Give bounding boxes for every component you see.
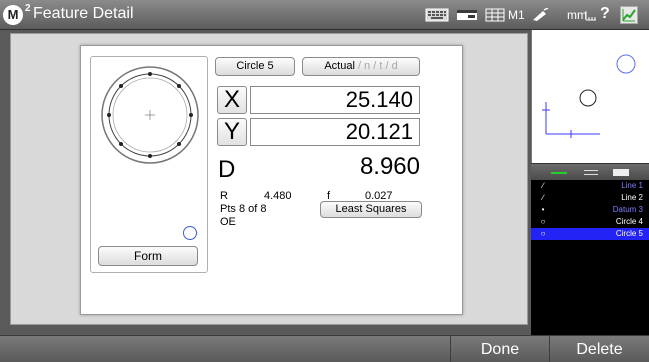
feature-list-item[interactable]: ○ Circle 5 bbox=[531, 228, 649, 240]
probe-icon[interactable] bbox=[531, 8, 549, 22]
units-label[interactable]: mm bbox=[567, 8, 587, 22]
diameter-label: D bbox=[218, 156, 236, 183]
display-mode-options: / n / t / d bbox=[354, 60, 398, 72]
feature-list-item-label: Datum 3 bbox=[612, 205, 643, 214]
circle-feature-graphic bbox=[101, 66, 199, 164]
feature-list-item[interactable]: • Datum 3 bbox=[531, 204, 649, 216]
feature-list-item[interactable]: ∕ Line 2 bbox=[531, 192, 649, 204]
display-icon[interactable] bbox=[456, 8, 478, 22]
fit-method-button[interactable]: Least Squares bbox=[320, 201, 422, 218]
display-mode-label: Actual bbox=[324, 60, 355, 72]
feature-list: ∕ Line 1 ∕ Line 2 • Datum 3 ○ Circle 4 ○ Circle 5 bbox=[531, 180, 649, 335]
y-value-field[interactable]: 20.121 bbox=[250, 118, 420, 146]
tab-active-indicator[interactable] bbox=[551, 172, 567, 174]
feature-list-item[interactable]: ○ Circle 4 bbox=[531, 216, 649, 228]
tab-detail-view-icon[interactable] bbox=[613, 169, 629, 176]
x-axis-button[interactable]: X bbox=[217, 86, 247, 114]
feature-list-rows: ∕ Line 1 ∕ Line 2 • Datum 3 ○ Circle 4 ○ Circle 5 bbox=[531, 180, 649, 240]
app-logo-superscript: 2 bbox=[25, 3, 31, 14]
form-button[interactable]: Form bbox=[98, 246, 198, 266]
graph-icon[interactable] bbox=[620, 6, 638, 24]
app-logo-letter: M bbox=[7, 7, 19, 22]
circle-icon: ○ bbox=[540, 229, 546, 238]
x-value-field[interactable]: 25.140 bbox=[250, 86, 420, 114]
help-icon[interactable]: ? bbox=[600, 5, 610, 23]
keyboard-icon[interactable] bbox=[425, 8, 449, 22]
line-icon: ∕ bbox=[542, 193, 544, 202]
line-icon: ∕ bbox=[542, 181, 544, 190]
delete-button[interactable]: Delete bbox=[550, 335, 649, 362]
feature-list-item-label: Circle 5 bbox=[615, 229, 643, 238]
tab-list-view-icon[interactable] bbox=[584, 170, 598, 175]
display-mode-button[interactable]: Actual / n / t / d bbox=[302, 57, 420, 76]
oe-label: OE bbox=[220, 216, 236, 228]
y-axis-button[interactable]: Y bbox=[217, 118, 247, 146]
ruler-icon[interactable] bbox=[585, 8, 597, 22]
feature-name-button[interactable]: Circle 5 bbox=[215, 57, 295, 76]
feature-list-item-label: Line 1 bbox=[621, 181, 643, 190]
feature-list-item-label: Line 2 bbox=[621, 193, 643, 202]
machine-label[interactable]: M1 bbox=[508, 8, 525, 22]
window-title: Feature Detail bbox=[33, 5, 134, 22]
diameter-value: 8.960 bbox=[359, 153, 420, 180]
app-logo: M bbox=[3, 5, 23, 25]
form-status-circle-icon bbox=[183, 226, 197, 240]
title-bar: M 2 Feature Detail M1 mm ? bbox=[0, 0, 649, 30]
points-count: Pts 8 of 8 bbox=[220, 203, 267, 215]
circle-icon: ○ bbox=[540, 217, 546, 226]
radius-value: 4.480 bbox=[264, 190, 292, 202]
feature-list-tabs bbox=[531, 163, 649, 180]
done-button[interactable]: Done bbox=[451, 335, 549, 362]
grid-icon[interactable] bbox=[485, 8, 505, 22]
part-view-preview[interactable] bbox=[531, 30, 649, 163]
feature-list-item-label: Circle 4 bbox=[615, 217, 643, 226]
radius-label: R bbox=[220, 190, 228, 202]
feature-list-item[interactable]: ∕ Line 1 bbox=[531, 180, 649, 192]
point-icon: • bbox=[541, 205, 545, 214]
part-view-graphic bbox=[542, 54, 636, 138]
